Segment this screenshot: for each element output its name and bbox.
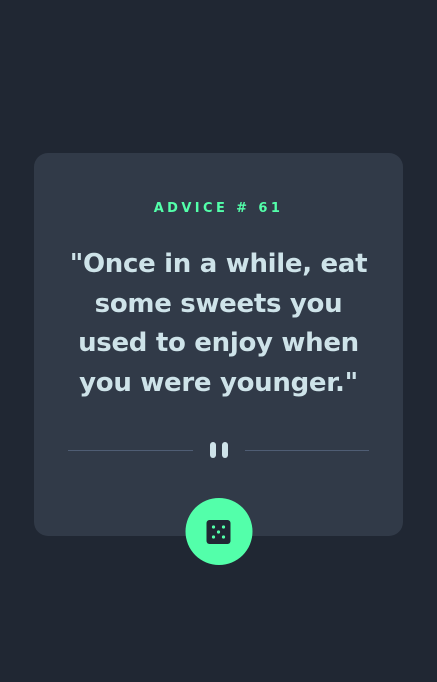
advice-id-label: ADVICE # 61 — [153, 201, 284, 216]
advice-quote: "Once in a while, eat some sweets you us… — [69, 249, 368, 398]
pause-bar-left — [209, 442, 216, 458]
divider-line-left — [68, 449, 193, 451]
advice-card: ADVICE # 61 "Once in a while, eat some s… — [34, 153, 403, 565]
divider — [68, 442, 369, 458]
generate-advice-button[interactable] — [185, 498, 252, 565]
dice-icon — [206, 519, 231, 544]
divider-line-right — [244, 449, 369, 451]
pause-bar-right — [221, 442, 228, 458]
pause-icon — [193, 442, 245, 458]
